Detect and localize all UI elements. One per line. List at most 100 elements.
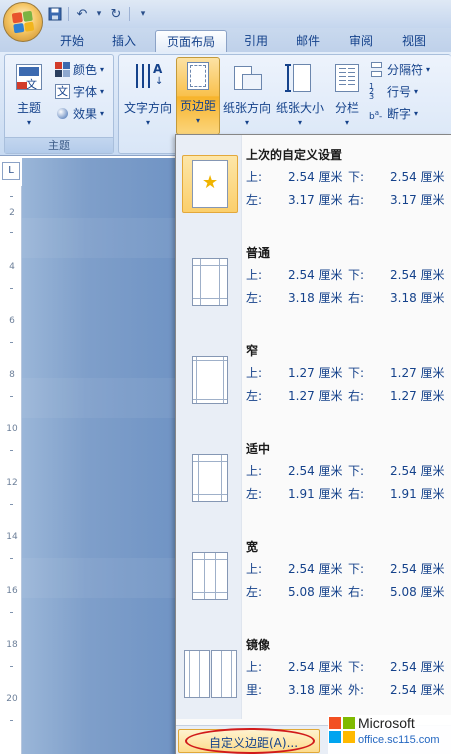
tab-review[interactable]: 审阅 [337, 30, 385, 52]
outside-label: 外: [348, 683, 365, 697]
left-value: 1.91 厘米 [288, 487, 343, 501]
background-band [22, 558, 182, 598]
page-thumbnail-icon: ★ [192, 160, 228, 208]
margin-preset-mirrored[interactable]: 镜像 上: 2.54 厘米 下: 2.54 厘米 里: 3.18 厘米 外: 2… [176, 625, 451, 723]
page-thumbnail-icon [211, 650, 237, 698]
right-label: 右: [348, 291, 365, 305]
theme-fonts-button[interactable]: 文 字体 ▾ [55, 81, 104, 101]
ruler-tick-label: 8 [9, 370, 15, 380]
tab-references[interactable]: 引用 [232, 30, 280, 52]
chevron-down-icon: ▾ [145, 118, 150, 127]
redo-icon[interactable]: ↻ [107, 5, 125, 23]
right-label: 右: [348, 193, 365, 207]
line-numbers-button[interactable]: 123 行号 ▾ [369, 81, 418, 101]
save-icon[interactable] [46, 5, 64, 23]
ribbon-tabs: 开始 插入 页面布局 引用 邮件 审阅 视图 [0, 28, 451, 52]
bottom-label: 下: [348, 268, 365, 282]
preset-name: 窄 [246, 344, 259, 358]
top-label: 上: [246, 170, 263, 184]
font-icon: 文 [55, 83, 70, 99]
preset-thumbnail: ★ [182, 155, 238, 213]
margin-preset-moderate[interactable]: 适中 上: 2.54 厘米 下: 2.54 厘米 左: 1.91 厘米 右: 1… [176, 429, 451, 527]
chevron-down-icon: ▾ [244, 118, 249, 127]
preset-thumbnail [182, 547, 238, 605]
preset-thumbnail [182, 645, 238, 703]
top-value: 2.54 厘米 [288, 464, 343, 478]
right-label: 右: [348, 389, 365, 403]
orientation-button[interactable]: 纸张方向 ▾ [222, 59, 272, 131]
themes-icon: 文 [14, 62, 44, 94]
tab-view[interactable]: 视图 [390, 30, 438, 52]
theme-effects-label: 效果 [73, 106, 98, 121]
themes-label: 主题 [16, 101, 41, 115]
theme-effects-button[interactable]: 效果 ▾ [55, 103, 104, 123]
highlight-circle [185, 728, 315, 754]
margin-preset-normal[interactable]: 普通 上: 2.54 厘米 下: 2.54 厘米 左: 3.18 厘米 右: 3… [176, 233, 451, 331]
page-thumbnail-icon [192, 258, 228, 306]
margins-dropdown-menu: ★ 上次的自定义设置 上: 2.54 厘米 下: 2.54 厘米 左: 3.17… [175, 134, 451, 754]
left-value: 3.17 厘米 [288, 193, 343, 207]
margins-button[interactable]: 页边距 ▾ [176, 57, 220, 135]
top-label: 上: [246, 660, 263, 674]
top-label: 上: [246, 562, 263, 576]
margin-preset-wide[interactable]: 宽 上: 2.54 厘米 下: 2.54 厘米 左: 5.08 厘米 右: 5.… [176, 527, 451, 625]
top-label: 上: [246, 366, 263, 380]
theme-colors-button[interactable]: 颜色 ▾ [55, 59, 104, 79]
themes-button[interactable]: 文 主题 ▾ [8, 59, 50, 131]
tab-mailings[interactable]: 邮件 [284, 30, 332, 52]
effects-icon [55, 106, 70, 121]
ruler-minor-tick [10, 450, 13, 451]
preset-name: 适中 [246, 442, 271, 456]
left-value: 1.27 厘米 [288, 389, 343, 403]
outside-value: 2.54 厘米 [390, 683, 445, 697]
custom-margins-button[interactable]: 自定义边距(A)... [178, 728, 320, 754]
inside-value: 3.18 厘米 [288, 683, 343, 697]
tab-page-layout[interactable]: 页面布局 [155, 30, 227, 52]
hyphenation-button[interactable]: ba- 断字 ▾ [369, 103, 418, 123]
left-label: 左: [246, 291, 263, 305]
ruler-minor-tick [10, 666, 13, 667]
top-value: 2.54 厘米 [288, 660, 343, 674]
margin-preset-last-custom[interactable]: ★ 上次的自定义设置 上: 2.54 厘米 下: 2.54 厘米 左: 3.17… [176, 135, 451, 233]
columns-icon [332, 62, 362, 94]
chevron-down-icon: ▾ [100, 86, 105, 96]
undo-icon[interactable]: ↶ [73, 5, 91, 23]
customize-qat-icon[interactable]: ▾ [134, 5, 152, 23]
bottom-label: 下: [348, 366, 365, 380]
line-numbers-label: 行号 [387, 84, 412, 99]
windows-logo-icon [329, 717, 355, 743]
left-value: 5.08 厘米 [288, 585, 343, 599]
margin-preset-narrow[interactable]: 窄 上: 1.27 厘米 下: 1.27 厘米 左: 1.27 厘米 右: 1.… [176, 331, 451, 429]
watermark-site: office.sc115.com [358, 734, 440, 746]
text-direction-icon: A ↓ [133, 62, 163, 94]
tab-insert[interactable]: 插入 [100, 30, 148, 52]
undo-dropdown-icon[interactable]: ▾ [95, 5, 103, 23]
orientation-label: 纸张方向 [223, 101, 272, 115]
margins-icon [183, 60, 213, 92]
inside-label: 里: [246, 683, 263, 697]
office-button[interactable] [3, 2, 43, 42]
watermark-brand: Microsoft [358, 715, 415, 731]
ruler-minor-tick [10, 196, 13, 197]
background-band [22, 218, 182, 258]
bottom-value: 2.54 厘米 [390, 660, 445, 674]
page-thumbnail-icon [192, 454, 228, 502]
top-value: 2.54 厘米 [288, 268, 343, 282]
vertical-ruler[interactable]: 2 4 6 8 10 12 14 16 18 20 [0, 186, 22, 754]
ruler-tick-label: 16 [6, 586, 18, 596]
preset-thumbnail [182, 449, 238, 507]
title-bar: ↶ ▾ ↻ ▾ [0, 0, 451, 42]
palette-icon [55, 61, 70, 77]
left-label: 左: [246, 193, 263, 207]
columns-button[interactable]: 分栏 ▾ [327, 59, 367, 131]
breaks-button[interactable]: 分隔符 ▾ [369, 59, 430, 79]
tab-home[interactable]: 开始 [48, 30, 96, 52]
bottom-label: 下: [348, 660, 365, 674]
tab-selector-icon[interactable]: L [2, 162, 20, 180]
size-button[interactable]: 纸张大小 ▾ [274, 59, 326, 131]
ruler-tick-label: 18 [6, 640, 18, 650]
bottom-value: 2.54 厘米 [390, 170, 445, 184]
ruler-tick-label: 2 [9, 208, 15, 218]
text-direction-button[interactable]: A ↓ 文字方向 ▾ [121, 59, 175, 131]
theme-colors-label: 颜色 [73, 62, 98, 77]
